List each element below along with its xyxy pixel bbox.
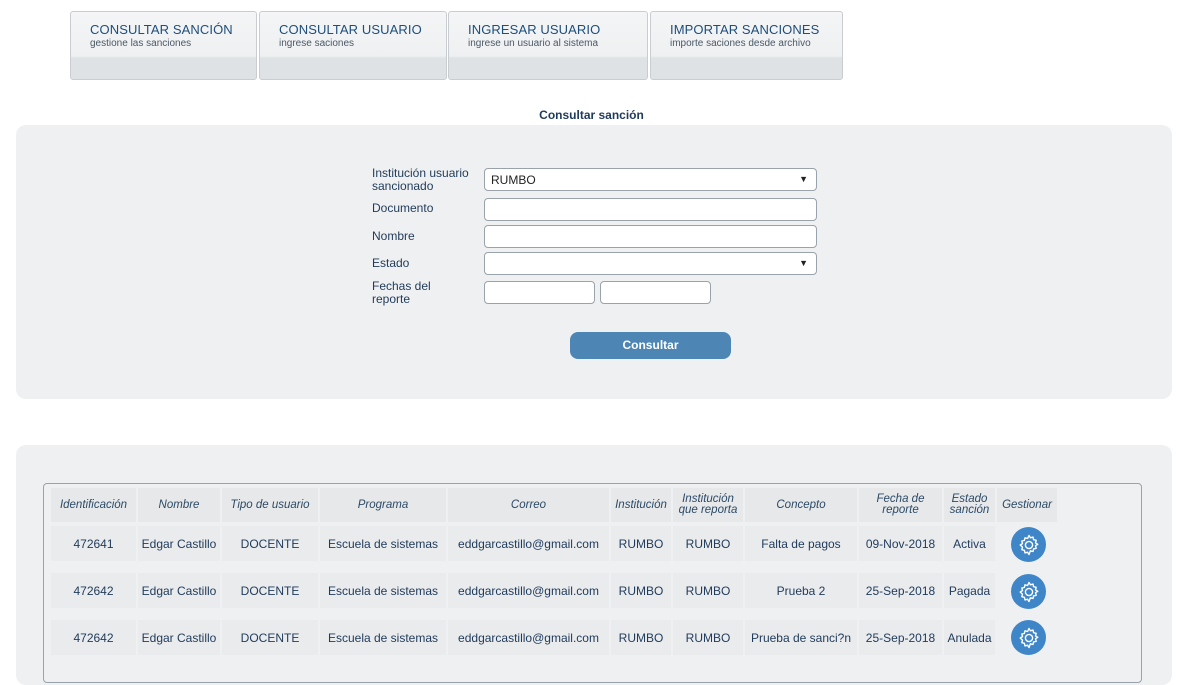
institucion-selected-value: RUMBO <box>491 173 536 187</box>
cell-correo: eddgarcastillo@gmail.com <box>448 526 609 561</box>
cell-nombre: Edgar Castillo <box>138 620 220 655</box>
cell-correo: eddgarcastillo@gmail.com <box>448 573 609 608</box>
tab-subtitle: importe saciones desde archivo <box>670 38 811 49</box>
gear-icon[interactable] <box>1011 574 1046 609</box>
column-header-institucion: Institución <box>611 488 671 522</box>
cell-identificacion: 472641 <box>51 526 136 561</box>
tab-importar-sanciones[interactable]: IMPORTAR SANCIONES importe saciones desd… <box>650 11 843 80</box>
tab-consultar-sancion[interactable]: CONSULTAR SANCIÓN gestione las sanciones <box>70 11 257 80</box>
documento-label: Documento <box>372 201 434 215</box>
cell-institucion-reporta: RUMBO <box>673 526 743 561</box>
cell-programa: Escuela de sistemas <box>320 526 446 561</box>
column-header-concepto: Concepto <box>745 488 857 522</box>
column-header-gestionar: Gestionar <box>997 488 1057 522</box>
cell-identificacion: 472642 <box>51 573 136 608</box>
cell-concepto: Falta de pagos <box>745 526 857 561</box>
cell-institucion: RUMBO <box>611 526 671 561</box>
gear-icon[interactable] <box>1011 527 1046 562</box>
cell-estado-sancion: Activa <box>944 526 995 561</box>
cell-fecha-reporte: 09-Nov-2018 <box>859 526 942 561</box>
cell-fecha-reporte: 25-Sep-2018 <box>859 620 942 655</box>
tab-title: IMPORTAR SANCIONES <box>670 22 820 37</box>
cell-concepto: Prueba de sanci?n <box>745 620 857 655</box>
column-header-correo: Correo <box>448 488 609 522</box>
nombre-label: Nombre <box>372 229 415 243</box>
fecha-desde-field[interactable] <box>484 281 595 304</box>
cell-estado-sancion: Anulada <box>944 620 995 655</box>
cell-tipo-usuario: DOCENTE <box>222 620 318 655</box>
tab-title: INGRESAR USUARIO <box>468 22 601 37</box>
cell-estado-sancion: Pagada <box>944 573 995 608</box>
institucion-label: Institución usuario sancionado <box>372 166 469 193</box>
tab-subtitle: ingrese un usuario al sistema <box>468 38 599 49</box>
tab-consultar-usuario[interactable]: CONSULTAR USUARIO ingrese saciones <box>259 11 447 80</box>
institucion-select[interactable]: RUMBO ▼ <box>484 168 817 191</box>
cell-nombre: Edgar Castillo <box>138 573 220 608</box>
documento-field[interactable] <box>484 198 817 221</box>
chevron-down-icon: ▼ <box>799 258 808 268</box>
cell-tipo-usuario: DOCENTE <box>222 526 318 561</box>
page-title: Consultar sanción <box>539 108 644 122</box>
column-header-institucion-reporta: Institución que reporta <box>673 488 743 522</box>
column-header-tipo-usuario: Tipo de usuario <box>222 488 318 522</box>
tab-subtitle: gestione las sanciones <box>90 38 192 49</box>
cell-identificacion: 472642 <box>51 620 136 655</box>
column-header-nombre: Nombre <box>138 488 220 522</box>
cell-programa: Escuela de sistemas <box>320 573 446 608</box>
cell-programa: Escuela de sistemas <box>320 620 446 655</box>
cell-correo: eddgarcastillo@gmail.com <box>448 620 609 655</box>
consultar-button[interactable]: Consultar <box>570 332 731 359</box>
tab-subtitle: ingrese saciones <box>279 38 355 49</box>
column-header-identificacion: Identificación <box>51 488 136 522</box>
column-header-programa: Programa <box>320 488 446 522</box>
cell-institucion-reporta: RUMBO <box>673 620 743 655</box>
estado-select[interactable]: ▼ <box>484 252 817 275</box>
column-header-fecha-reporte: Fecha de reporte <box>859 488 942 522</box>
cell-institucion: RUMBO <box>611 620 671 655</box>
chevron-down-icon: ▼ <box>799 174 808 184</box>
fecha-hasta-field[interactable] <box>600 281 711 304</box>
tab-title: CONSULTAR USUARIO <box>279 22 422 37</box>
column-header-estado-sancion: Estado sanción <box>944 488 995 522</box>
fechas-label: Fechas del reporte <box>372 279 431 306</box>
nombre-field[interactable] <box>484 225 817 248</box>
cell-concepto: Prueba 2 <box>745 573 857 608</box>
gear-icon[interactable] <box>1011 620 1046 655</box>
cell-fecha-reporte: 25-Sep-2018 <box>859 573 942 608</box>
estado-label: Estado <box>372 256 410 270</box>
cell-tipo-usuario: DOCENTE <box>222 573 318 608</box>
cell-institucion-reporta: RUMBO <box>673 573 743 608</box>
cell-institucion: RUMBO <box>611 573 671 608</box>
tab-title: CONSULTAR SANCIÓN <box>90 22 233 37</box>
cell-nombre: Edgar Castillo <box>138 526 220 561</box>
tab-ingresar-usuario[interactable]: INGRESAR USUARIO ingrese un usuario al s… <box>448 11 648 80</box>
